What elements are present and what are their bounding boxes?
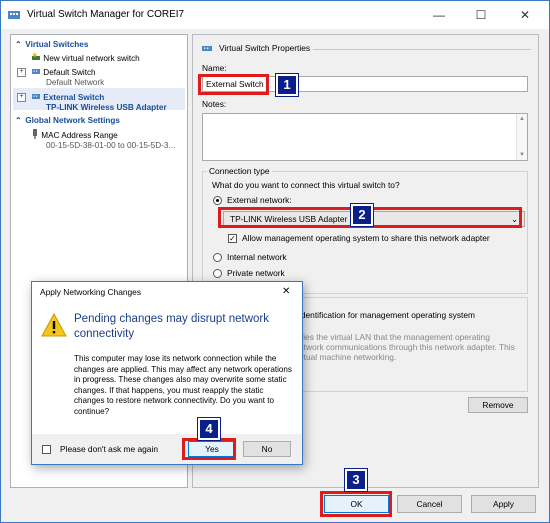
mac-range-subtitle: 00-15-5D-38-01-00 to 00-15-5D-3... [46, 141, 176, 150]
apply-networking-changes-dialog: Apply Networking Changes ✕ Pending chang… [31, 281, 303, 465]
dialog-title-bar: Apply Networking Changes ✕ [32, 282, 302, 302]
dont-ask-label: Please don't ask me again [60, 444, 158, 454]
global-settings-section[interactable]: ⌃ Global Network Settings [15, 115, 120, 125]
dialog-heading: Pending changes may disrupt network conn… [74, 313, 269, 340]
new-switch-label: New virtual network switch [43, 54, 140, 63]
highlight-box-ok [320, 491, 392, 517]
network-switch-icon [32, 94, 40, 99]
notes-scrollbar[interactable]: ▲ ▼ [516, 114, 527, 160]
vlan-description-1: ifies the virtual LAN that the managemen… [299, 332, 490, 342]
window-title: Virtual Switch Manager for COREI7 [27, 9, 185, 20]
virtual-switch-app-icon [8, 11, 20, 19]
internal-network-radio[interactable] [213, 253, 222, 262]
vlan-description-2: etwork communications through this netwo… [299, 342, 515, 352]
highlight-box-name [198, 74, 269, 95]
external-switch-label: External Switch [43, 93, 105, 102]
virtual-switches-header: Virtual Switches [25, 40, 89, 49]
maximize-button[interactable]: ☐ [461, 1, 501, 29]
notes-label: Notes: [202, 99, 227, 109]
mac-address-icon [33, 129, 37, 139]
tree-item-external-switch[interactable]: External Switch [31, 91, 104, 102]
network-switch-icon [32, 69, 40, 74]
virtual-switch-manager-window: Virtual Switch Manager for COREI7 — ☐ ✕ … [0, 0, 550, 523]
expand-plus-icon[interactable]: + [17, 93, 26, 102]
properties-header: Virtual Switch Properties [219, 43, 311, 53]
step-badge-1: 1 [275, 73, 299, 97]
dialog-close-button[interactable]: ✕ [282, 286, 290, 297]
highlight-box-yes [182, 438, 236, 460]
network-switch-icon [202, 46, 212, 51]
new-switch-icon [32, 53, 40, 60]
external-switch-subtitle: TP-LINK Wireless USB Adapter [46, 103, 167, 112]
virtual-switches-section[interactable]: ⌃ Virtual Switches [15, 39, 88, 49]
scroll-down-icon[interactable]: ▼ [519, 152, 525, 158]
notes-field[interactable]: ▲ ▼ [202, 113, 528, 161]
connection-type-label: Connection type [207, 166, 272, 176]
tree-item-default-switch[interactable]: Default Switch [31, 66, 96, 77]
no-button[interactable]: No [243, 441, 291, 457]
dont-ask-checkbox[interactable] [42, 445, 51, 454]
expand-plus-icon[interactable]: + [17, 68, 26, 77]
allow-mgmt-checkbox[interactable]: ✓ [228, 234, 237, 243]
remove-button[interactable]: Remove [468, 397, 528, 413]
step-badge-2: 2 [350, 203, 374, 227]
close-button[interactable]: ✕ [503, 1, 547, 29]
cancel-button[interactable]: Cancel [397, 495, 462, 513]
step-badge-4: 4 [197, 417, 221, 441]
internal-network-label: Internal network [227, 252, 287, 262]
tree-item-mac-range[interactable]: MAC Address Range [31, 129, 118, 140]
vlan-heading: identification for management operating … [299, 310, 475, 320]
external-network-radio[interactable] [213, 196, 222, 205]
minimize-button[interactable]: — [419, 1, 459, 29]
default-switch-subtitle: Default Network [46, 78, 105, 87]
title-bar: Virtual Switch Manager for COREI7 — ☐ ✕ [1, 1, 549, 29]
warning-icon [41, 313, 67, 337]
name-label: Name: [202, 63, 227, 73]
default-switch-label: Default Switch [43, 68, 96, 77]
private-network-radio[interactable] [213, 269, 222, 278]
header-divider [313, 49, 531, 50]
connection-question: What do you want to connect this virtual… [212, 180, 400, 190]
vlan-description-3: irtual machine networking. [299, 352, 397, 362]
step-badge-3: 3 [344, 468, 368, 492]
mac-range-label: MAC Address Range [41, 131, 118, 140]
collapse-chevron-icon: ⌃ [15, 116, 22, 125]
dialog-footer: Please don't ask me again Yes No [32, 434, 302, 464]
collapse-chevron-icon: ⌃ [15, 40, 22, 49]
external-network-label: External network: [227, 195, 292, 205]
global-settings-header: Global Network Settings [25, 116, 120, 125]
allow-mgmt-label: Allow management operating system to sha… [242, 233, 490, 243]
apply-button[interactable]: Apply [471, 495, 536, 513]
private-network-label: Private network [227, 268, 285, 278]
scroll-up-icon[interactable]: ▲ [519, 116, 525, 122]
dialog-body: This computer may lose its network conne… [74, 354, 292, 416]
dialog-title: Apply Networking Changes [40, 287, 142, 297]
tree-item-new-switch[interactable]: New virtual network switch [31, 52, 140, 63]
